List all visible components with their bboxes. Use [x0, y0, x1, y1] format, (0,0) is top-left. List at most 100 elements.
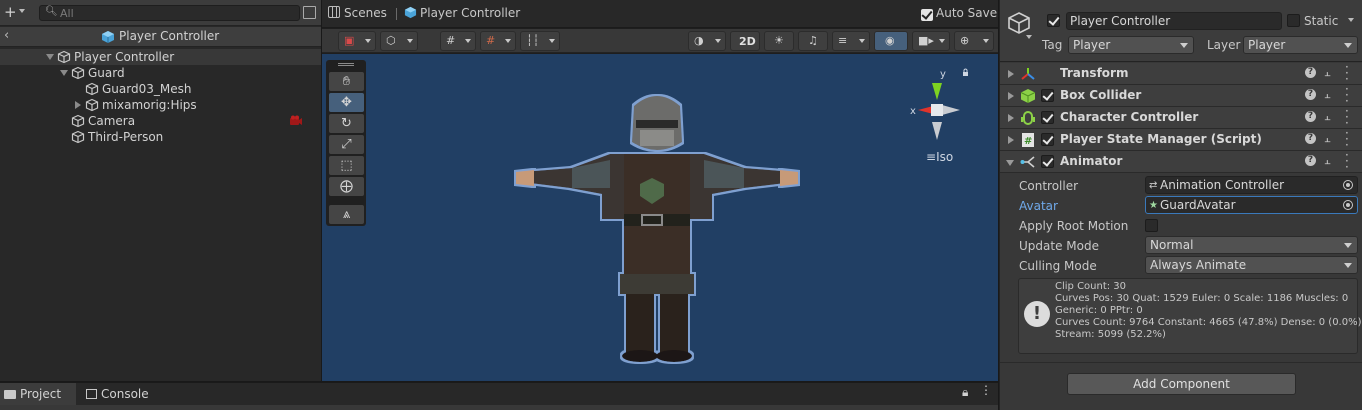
component-transform[interactable]: Transform ? ⫠ · · ·	[1000, 61, 1362, 85]
update-mode-dropdown[interactable]: Normal	[1145, 236, 1358, 254]
orientation-gizmo[interactable]: y x	[902, 64, 972, 144]
scene-viewport[interactable]: ✋︎ ✥ ↻ ⤢ ⬚ ⨁ ⩓ y x ≡Iso	[322, 54, 998, 381]
object-picker-icon[interactable]	[1343, 180, 1353, 190]
component-enabled-checkbox[interactable]	[1041, 111, 1054, 124]
scene-visibility-button[interactable]: ◉	[874, 31, 908, 51]
component-player-state-manager[interactable]: # Player State Manager (Script) ? ⫠ · · ·	[1000, 127, 1362, 151]
auto-save-checkbox[interactable]	[921, 9, 933, 21]
component-enabled-checkbox[interactable]	[1041, 89, 1054, 102]
more-options-icon[interactable]: · · ·	[1345, 61, 1351, 85]
create-dropdown-caret-icon[interactable]	[19, 9, 25, 13]
expand-arrow-icon[interactable]	[1008, 114, 1014, 122]
static-dropdown-caret-icon[interactable]	[1348, 18, 1354, 22]
lighting-toggle-button[interactable]: ☀	[764, 31, 794, 51]
audio-toggle-button[interactable]: ♫	[798, 31, 828, 51]
effects-toggle-button[interactable]: ≡	[832, 31, 870, 51]
active-checkbox[interactable]	[1047, 14, 1060, 27]
create-plus-icon[interactable]: +	[4, 4, 17, 20]
expand-arrow-icon[interactable]	[1008, 92, 1014, 100]
box-collider-icon	[1020, 89, 1036, 103]
static-checkbox[interactable]	[1287, 14, 1300, 27]
tag-dropdown[interactable]: Player	[1068, 36, 1194, 54]
expand-arrow-icon[interactable]	[1008, 70, 1014, 78]
lock-icon[interactable]: 🔒︎	[962, 385, 968, 400]
apply-root-motion-checkbox[interactable]	[1145, 219, 1158, 232]
object-picker-icon[interactable]	[1343, 200, 1353, 210]
hierarchy-row-third-person[interactable]: Third-Person	[0, 129, 321, 145]
rect-tool-button[interactable]: ⬚	[329, 156, 364, 175]
gizmo-y-arrow-icon[interactable]	[932, 83, 942, 100]
component-character-controller[interactable]: Character Controller ? ⫠ · · ·	[1000, 105, 1362, 129]
back-arrow-icon[interactable]: ‹	[4, 28, 9, 43]
expand-arrow-icon[interactable]	[46, 54, 54, 60]
transform-tool-button[interactable]: ⨁	[329, 177, 364, 196]
gizmos-button[interactable]: ⊕	[954, 31, 994, 51]
camera-settings-button[interactable]: ■▸	[912, 31, 950, 51]
add-component-button[interactable]: Add Component	[1067, 373, 1296, 395]
presets-icon[interactable]: ⫠	[1324, 132, 1331, 146]
scale-tool-button[interactable]: ⤢	[329, 135, 364, 154]
hierarchy-search-input[interactable]: 🔍︎ All	[39, 5, 316, 21]
more-options-icon[interactable]: ⋮	[980, 383, 992, 397]
gizmo-neg-x-arrow-icon[interactable]	[942, 105, 960, 115]
expand-arrow-icon[interactable]	[60, 70, 68, 76]
hand-icon: ✋︎	[342, 74, 351, 89]
more-options-icon[interactable]: · · ·	[1345, 127, 1351, 151]
hand-tool-button[interactable]: ✋︎	[329, 72, 364, 91]
help-icon[interactable]: ?	[1305, 67, 1316, 78]
controller-object-field[interactable]: ⇄ Animation Controller	[1145, 176, 1358, 194]
help-icon[interactable]: ?	[1305, 89, 1316, 100]
tab-console[interactable]: Console	[86, 387, 149, 401]
grid-snapping-button[interactable]: #	[440, 31, 476, 51]
snap-settings-button[interactable]: ┆┆	[520, 31, 560, 51]
draw-mode-button[interactable]: ◑	[688, 31, 726, 51]
presets-icon[interactable]: ⫠	[1324, 154, 1331, 168]
palette-grip-icon[interactable]	[338, 63, 354, 66]
help-icon[interactable]: ?	[1305, 111, 1316, 122]
animator-icon	[1020, 156, 1035, 168]
increment-snap-button[interactable]: #	[480, 31, 516, 51]
gizmo-center-cube[interactable]	[931, 104, 943, 116]
collapse-arrow-icon[interactable]	[75, 101, 81, 109]
component-animator[interactable]: Animator ? ⫠ · · ·	[1000, 149, 1362, 173]
hierarchy-row-guard[interactable]: Guard	[0, 65, 321, 81]
presets-icon[interactable]: ⫠	[1324, 66, 1331, 80]
component-enabled-checkbox[interactable]	[1041, 133, 1054, 146]
hierarchy-row-camera[interactable]: Camera	[0, 113, 321, 129]
help-icon[interactable]: ?	[1305, 133, 1316, 144]
more-options-icon[interactable]: · · ·	[1345, 149, 1351, 173]
object-name-field[interactable]: Player Controller	[1066, 12, 1282, 30]
layer-dropdown[interactable]: Player	[1243, 36, 1358, 54]
projection-label[interactable]: ≡Iso	[926, 150, 953, 164]
tab-scenes[interactable]: Scenes	[328, 6, 387, 20]
rotate-tool-button[interactable]: ↻	[329, 114, 364, 133]
transform-tool-palette: ✋︎ ✥ ↻ ⤢ ⬚ ⨁ ⩓	[326, 60, 366, 226]
hierarchy-row-guard03-mesh[interactable]: Guard03_Mesh	[0, 81, 321, 97]
culling-mode-dropdown[interactable]: Always Animate	[1145, 256, 1358, 274]
icon-dropdown-caret-icon[interactable]	[1026, 35, 1032, 39]
more-options-icon[interactable]: · · ·	[1345, 105, 1351, 129]
tab-player-controller[interactable]: Player Controller	[404, 6, 520, 20]
custom-tool-button[interactable]: ⩓	[329, 205, 364, 224]
expand-arrow-icon[interactable]	[1008, 136, 1014, 144]
search-filter-icon[interactable]	[303, 6, 316, 19]
tab-project[interactable]: Project	[0, 383, 76, 407]
more-options-icon[interactable]: · · ·	[1345, 83, 1351, 107]
gizmo-neg-y-arrow-icon[interactable]	[932, 122, 942, 140]
collapse-arrow-icon[interactable]	[1006, 160, 1014, 166]
move-tool-button[interactable]: ✥	[329, 93, 364, 112]
toggle-2d-button[interactable]: 2D	[730, 31, 760, 51]
gameobject-cube-icon[interactable]	[1007, 11, 1031, 35]
tool-handle-rotation-button[interactable]: ⬡	[380, 31, 418, 51]
avatar-object-field[interactable]: ★ GuardAvatar	[1145, 196, 1358, 214]
presets-icon[interactable]: ⫠	[1324, 88, 1331, 102]
hierarchy-row-player-controller[interactable]: Player Controller	[0, 49, 321, 65]
guard-character-model[interactable]	[512, 94, 802, 364]
component-box-collider[interactable]: Box Collider ? ⫠ · · ·	[1000, 83, 1362, 107]
component-enabled-checkbox[interactable]	[1041, 155, 1054, 168]
gizmo-lock-icon[interactable]	[963, 72, 968, 76]
hierarchy-row-mixamorig-hips[interactable]: mixamorig:Hips	[0, 97, 321, 113]
help-icon[interactable]: ?	[1305, 155, 1316, 166]
tool-handle-position-button[interactable]: ▣	[338, 31, 376, 51]
presets-icon[interactable]: ⫠	[1324, 110, 1331, 124]
